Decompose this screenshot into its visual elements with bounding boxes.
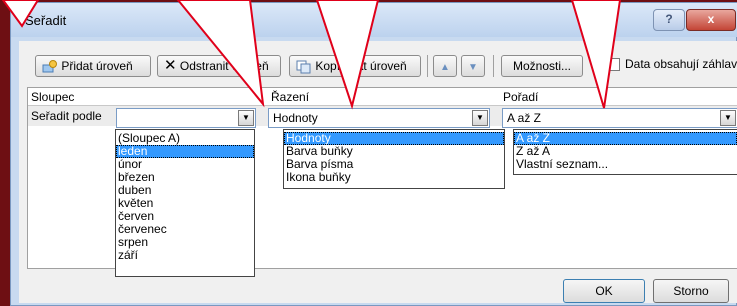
callout-arrow: [315, 0, 380, 110]
callout-overlay: [1, 0, 622, 110]
callout-arrow: [176, 0, 265, 108]
callout-arrow: [1, 0, 40, 28]
callout-arrow: [570, 0, 622, 109]
